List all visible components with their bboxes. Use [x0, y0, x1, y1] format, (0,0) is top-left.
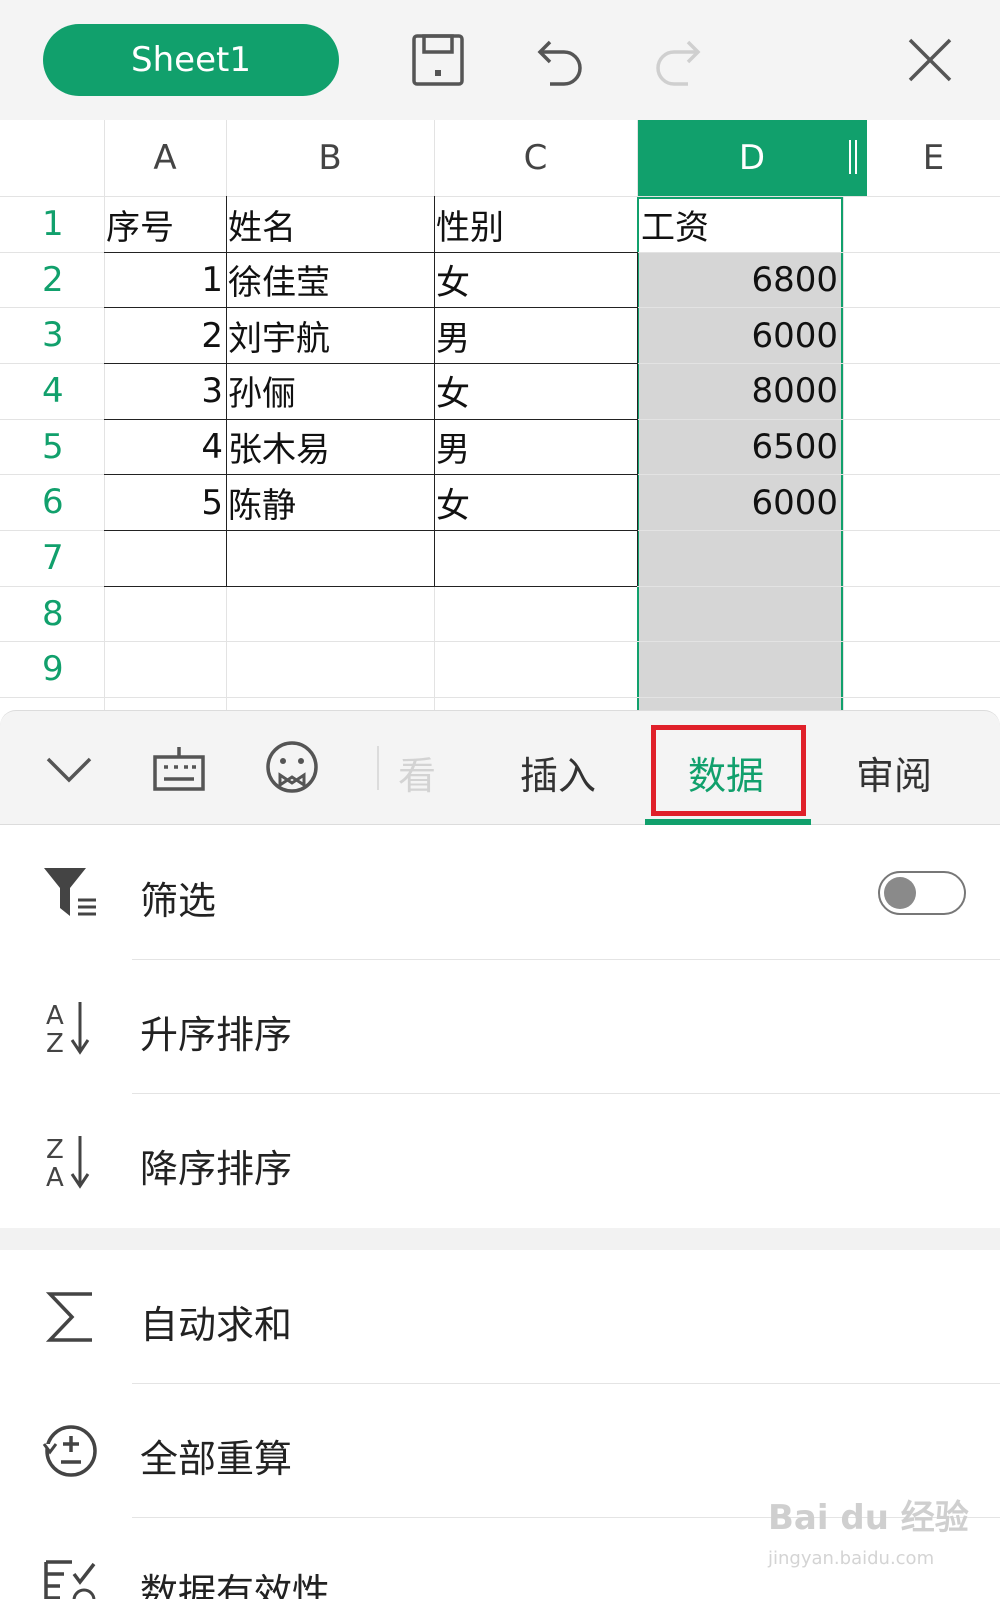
- active-tab-indicator: [645, 819, 811, 825]
- cell-b6[interactable]: 陈静: [228, 475, 434, 530]
- column-header-a[interactable]: A: [104, 120, 226, 196]
- menu-item-sort-descending[interactable]: Z A 降序排序: [0, 1094, 1000, 1228]
- filter-toggle[interactable]: [878, 871, 966, 915]
- chevron-down-icon[interactable]: [44, 743, 94, 793]
- menu-item-data-validation-label: 数据有效性: [140, 1571, 331, 1599]
- filter-icon: [44, 868, 96, 916]
- cell-b4[interactable]: 孙俪: [228, 363, 434, 418]
- row-header-4[interactable]: 4: [0, 363, 104, 419]
- sort-descending-icon: Z A: [46, 1135, 90, 1190]
- toggle-knob: [884, 877, 916, 909]
- top-toolbar: Sheet1: [0, 0, 1000, 120]
- cell-d6[interactable]: 6000: [639, 475, 841, 530]
- column-header-d-label: D: [738, 138, 766, 178]
- tab-view-partial[interactable]: 看: [398, 745, 436, 800]
- cell-a1[interactable]: 序号: [106, 197, 226, 252]
- row-header-6[interactable]: 6: [0, 474, 104, 530]
- cell-b2[interactable]: 徐佳莹: [228, 252, 434, 307]
- cell-d3[interactable]: 6000: [639, 308, 841, 363]
- menu-item-sort-descending-label: 降序排序: [140, 1147, 293, 1191]
- tab-separator: [377, 746, 379, 790]
- svg-text:Z: Z: [46, 1135, 64, 1165]
- menu-item-sort-ascending[interactable]: A Z 升序排序: [0, 960, 1000, 1094]
- row-header-8[interactable]: 8: [0, 586, 104, 641]
- baidu-watermark: Bai du 经验: [768, 1498, 969, 1538]
- svg-text:Z: Z: [46, 1029, 64, 1056]
- redo-icon[interactable]: [650, 30, 710, 90]
- menu-item-filter[interactable]: 筛选: [0, 826, 1000, 960]
- menu-item-autosum[interactable]: 自动求和: [0, 1250, 1000, 1384]
- cell-d1[interactable]: 工资: [641, 197, 841, 252]
- menu-group-gap: [0, 1228, 1000, 1250]
- sheet-tab-button[interactable]: Sheet1: [43, 24, 339, 96]
- column-resize-handle[interactable]: [849, 140, 857, 174]
- sigma-icon: [45, 1292, 92, 1342]
- ribbon-tab-bar: 看 插入 数据 审阅: [0, 710, 1000, 825]
- spreadsheet-grid[interactable]: A B C D E 1 2 3 4 5 6 7 8 9 序号 姓名 性别 工资 …: [0, 120, 1000, 710]
- cell-d5[interactable]: 6500: [639, 419, 841, 474]
- column-header-d[interactable]: D: [637, 120, 867, 196]
- data-menu-panel: 筛选 A Z 升序排序 Z A 降序排序 自动求和 全部重算 数据有效性: [0, 826, 1000, 1599]
- cell-a6[interactable]: 5: [104, 475, 226, 530]
- undo-icon[interactable]: [528, 30, 588, 90]
- row-header-5[interactable]: 5: [0, 419, 104, 474]
- baidu-watermark-url: jingyan.baidu.com: [768, 1548, 935, 1569]
- sort-ascending-icon: A Z: [46, 1001, 90, 1056]
- cell-c1[interactable]: 性别: [436, 197, 637, 252]
- save-icon[interactable]: [408, 30, 468, 90]
- menu-item-sort-ascending-label: 升序排序: [140, 1013, 293, 1057]
- cell-b1[interactable]: 姓名: [228, 197, 434, 252]
- column-header-c[interactable]: C: [434, 120, 637, 196]
- cell-d4[interactable]: 8000: [639, 363, 841, 418]
- emoji-icon[interactable]: [264, 739, 320, 795]
- menu-item-filter-label: 筛选: [140, 879, 217, 923]
- tab-review[interactable]: 审阅: [856, 745, 932, 800]
- column-header-e[interactable]: E: [867, 120, 1000, 196]
- tab-insert[interactable]: 插入: [520, 745, 596, 800]
- recalculate-icon: [42, 1425, 97, 1477]
- cell-a3[interactable]: 2: [104, 308, 226, 363]
- row-header-9[interactable]: 9: [0, 641, 104, 697]
- data-validation-icon: [44, 1560, 96, 1599]
- close-icon[interactable]: [900, 30, 960, 90]
- cell-c3[interactable]: 男: [436, 308, 637, 363]
- cell-c6[interactable]: 女: [436, 475, 637, 530]
- cell-a5[interactable]: 4: [104, 419, 226, 474]
- menu-item-recalculate-all-label: 全部重算: [140, 1437, 293, 1481]
- cell-d2[interactable]: 6800: [639, 252, 841, 307]
- row-header-3[interactable]: 3: [0, 307, 104, 363]
- cell-b3[interactable]: 刘宇航: [228, 308, 434, 363]
- cell-a4[interactable]: 3: [104, 363, 226, 418]
- row-header-2[interactable]: 2: [0, 252, 104, 307]
- cell-c2[interactable]: 女: [436, 252, 637, 307]
- cell-b5[interactable]: 张木易: [228, 419, 434, 474]
- cell-c4[interactable]: 女: [436, 363, 637, 418]
- cell-c5[interactable]: 男: [436, 419, 637, 474]
- svg-text:A: A: [46, 1163, 64, 1190]
- keyboard-icon[interactable]: [152, 741, 206, 795]
- annotation-highlight-box: [651, 725, 806, 816]
- svg-text:A: A: [46, 1001, 64, 1031]
- row-header-1[interactable]: 1: [0, 196, 104, 252]
- column-header-b[interactable]: B: [226, 120, 434, 196]
- cell-a2[interactable]: 1: [104, 252, 226, 307]
- menu-item-autosum-label: 自动求和: [140, 1303, 293, 1347]
- row-header-7[interactable]: 7: [0, 530, 104, 586]
